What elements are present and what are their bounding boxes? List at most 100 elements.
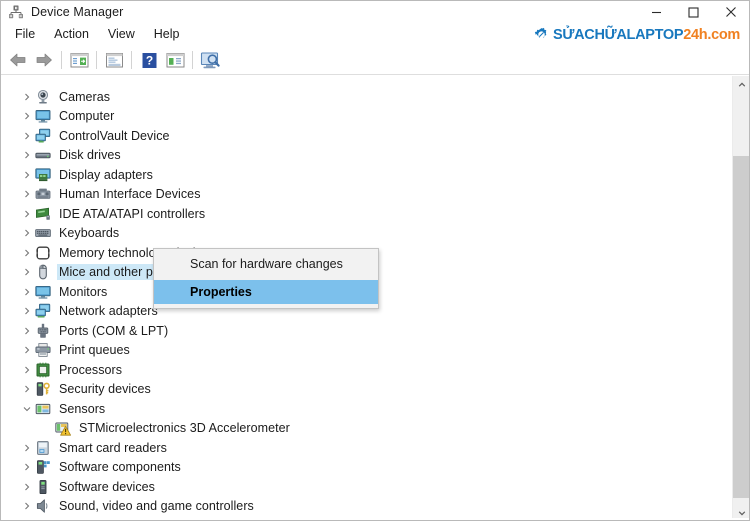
mouse-icon — [35, 264, 51, 280]
chevron-right-icon[interactable] — [19, 497, 35, 516]
tree-item-disk-drives[interactable]: Disk drives — [1, 146, 732, 166]
scan-hardware-changes-button[interactable] — [197, 48, 223, 72]
tree-item-label: Print queues — [59, 343, 130, 358]
tree-item-label: Keyboards — [59, 226, 120, 241]
accelerometer-warning-icon — [55, 420, 71, 436]
chevron-right-icon[interactable] — [19, 360, 35, 379]
tree-item-security-devices[interactable]: Security devices — [1, 380, 732, 400]
context-menu-item-scan-for-hardware-changes[interactable]: Scan for hardware changes — [154, 252, 378, 276]
forward-button[interactable] — [31, 48, 57, 72]
window-title: Device Manager — [31, 5, 124, 19]
help-question-icon: ? — [142, 52, 156, 68]
device-manager-window: Device Manager File Action View Help SỬA… — [0, 0, 750, 521]
monitor-icon — [35, 284, 51, 300]
chevron-right-icon[interactable] — [19, 146, 35, 165]
help-button[interactable]: ? — [136, 48, 162, 72]
menu-action[interactable]: Action — [45, 25, 98, 44]
chevron-right-icon[interactable] — [19, 165, 35, 184]
tree-item-label: Monitors — [59, 284, 108, 299]
chevron-right-icon[interactable] — [19, 204, 35, 223]
network-adapter-icon — [35, 303, 51, 319]
tree-item-keyboards[interactable]: Keyboards — [1, 224, 732, 244]
sensor-icon — [35, 401, 51, 417]
tree-item-ports-com-lpt[interactable]: Ports (COM & LPT) — [1, 321, 732, 341]
minimize-button[interactable] — [638, 1, 675, 23]
window-controls — [638, 1, 749, 23]
tree-item-label: Processors — [59, 362, 123, 377]
menu-file[interactable]: File — [6, 25, 44, 44]
tree-item-label: Computer — [59, 109, 115, 124]
properties-button[interactable] — [101, 48, 127, 72]
chevron-up-icon — [738, 82, 745, 87]
chevron-right-icon[interactable] — [19, 477, 35, 496]
arrow-right-icon — [36, 53, 52, 67]
tree-item-software-devices[interactable]: Software devices — [1, 477, 732, 497]
tree-item-print-queues[interactable]: Print queues — [1, 341, 732, 361]
chevron-right-icon[interactable] — [19, 263, 35, 282]
tree-item-display-adapters[interactable]: Display adapters — [1, 165, 732, 185]
menu-bar: File Action View Help SỬACHỮALAPTOP 24h.c… — [1, 23, 749, 46]
tree-item-stmicroelectronics-3d-accelerometer[interactable]: STMicroelectronics 3D Accelerometer — [1, 419, 732, 439]
toolbar: ? — [1, 46, 749, 75]
context-menu-item-properties[interactable]: Properties — [154, 280, 378, 304]
chevron-down-icon — [738, 510, 745, 515]
chevron-right-icon[interactable] — [19, 243, 35, 262]
tree-item-label: Disk drives — [59, 148, 121, 163]
computer-icon — [35, 108, 51, 124]
tree-item-label: Security devices — [59, 382, 151, 397]
scrollbar-up-button[interactable] — [733, 76, 749, 93]
maximize-button[interactable] — [675, 1, 712, 23]
tree-item-software-components[interactable]: Software components — [1, 458, 732, 478]
tree-item-ide-ata-atapi-controllers[interactable]: IDE ATA/ATAPI controllers — [1, 204, 732, 224]
disk-drive-icon — [35, 147, 51, 163]
chevron-right-icon[interactable] — [19, 380, 35, 399]
chevron-down-icon[interactable] — [19, 399, 35, 418]
tree-item-label: Smart card readers — [59, 440, 167, 455]
chevron-right-icon[interactable] — [19, 341, 35, 360]
tree-item-controlvault-device[interactable]: ControlVault Device — [1, 126, 732, 146]
show-hide-console-tree-button[interactable] — [66, 48, 92, 72]
tree-item-label: IDE ATA/ATAPI controllers — [59, 206, 206, 221]
chevron-right-icon[interactable] — [19, 282, 35, 301]
arrow-left-icon — [10, 53, 26, 67]
chevron-right-icon[interactable] — [19, 438, 35, 457]
tree-item-sensors[interactable]: Sensors — [1, 399, 732, 419]
tree-item-label: Cameras — [59, 89, 111, 104]
tree-item-processors[interactable]: Processors — [1, 360, 732, 380]
tree-item-label: Sensors — [59, 401, 106, 416]
tree-item-computer[interactable]: Computer — [1, 107, 732, 127]
chevron-right-icon[interactable] — [19, 126, 35, 145]
back-button[interactable] — [5, 48, 31, 72]
tree-item-smart-card-readers[interactable]: Smart card readers — [1, 438, 732, 458]
tree-item-cameras[interactable]: Cameras — [1, 87, 732, 107]
chevron-right-icon[interactable] — [19, 185, 35, 204]
tree-item-sound-video-game-controllers[interactable]: Sound, video and game controllers — [1, 497, 732, 517]
tree-item-human-interface-devices[interactable]: Human Interface Devices — [1, 185, 732, 205]
console-tree-icon — [70, 52, 88, 67]
tree-item-label: ControlVault Device — [59, 128, 170, 143]
context-menu[interactable]: Scan for hardware changes Properties — [153, 248, 379, 309]
software-component-icon — [35, 459, 51, 475]
memory-device-icon — [35, 245, 51, 261]
printer-icon — [35, 342, 51, 358]
chevron-right-icon[interactable] — [19, 458, 35, 477]
scan-monitor-icon — [200, 51, 220, 68]
controlvault-icon — [35, 128, 51, 144]
close-button[interactable] — [712, 1, 749, 23]
vertical-scrollbar[interactable] — [732, 76, 749, 520]
update-driver-button[interactable] — [162, 48, 188, 72]
tree-item-label: Software devices — [59, 479, 155, 494]
toolbar-separator — [192, 51, 193, 69]
display-adapter-icon — [35, 167, 51, 183]
scrollbar-track[interactable] — [733, 93, 749, 156]
chevron-right-icon[interactable] — [19, 107, 35, 126]
scrollbar-thumb[interactable] — [733, 156, 749, 498]
menu-help[interactable]: Help — [145, 25, 189, 44]
tree-item-label: STMicroelectronics 3D Accelerometer — [79, 421, 290, 436]
chevron-right-icon[interactable] — [19, 321, 35, 340]
menu-view[interactable]: View — [99, 25, 144, 44]
chevron-right-icon[interactable] — [19, 87, 35, 106]
tree-item-label: Network adapters — [59, 304, 158, 319]
chevron-right-icon[interactable] — [19, 224, 35, 243]
chevron-right-icon[interactable] — [19, 302, 35, 321]
